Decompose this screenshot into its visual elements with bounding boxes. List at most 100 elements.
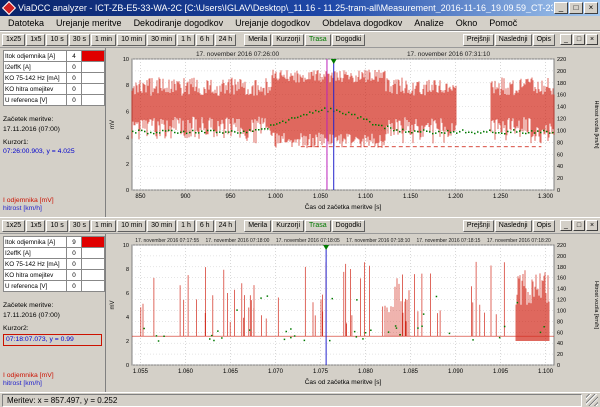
- channel-row[interactable]: I2effK [A]0: [4, 62, 105, 73]
- status-text: Meritev: x = 857.497, y = 0.252: [2, 394, 582, 407]
- y-right-tick-label: 100: [557, 128, 566, 134]
- mdi-minimize-button[interactable]: _: [560, 220, 572, 231]
- channel-row[interactable]: U referenca [V]0: [4, 281, 105, 292]
- menu-item-obdelava-dogodkov[interactable]: Obdelava dogodkov: [316, 17, 408, 29]
- toolbar-button-10-min[interactable]: 10 min: [117, 220, 146, 232]
- toolbar-button-1x5[interactable]: 1x5: [26, 34, 45, 46]
- app-icon: [2, 1, 16, 15]
- chart-svg[interactable]: 17. november 2016 07:26:0017. november 2…: [106, 48, 600, 217]
- y-right-tick-label: 40: [557, 164, 563, 170]
- mdi-maximize-button[interactable]: □: [573, 220, 585, 231]
- x-tick-label: 1.080: [358, 369, 374, 375]
- mdi-close-button[interactable]: ×: [586, 220, 598, 231]
- channel-row[interactable]: KO 75-142 Hz [mA]0: [4, 259, 105, 270]
- zoom-button-group: 1x251x510 s30 s1 min10 min30 min1 h6 h24…: [2, 34, 236, 46]
- toolbar-button-24-h[interactable]: 24 h: [215, 34, 237, 46]
- toolbar-button-opis[interactable]: Opis: [533, 220, 555, 232]
- menu-item-pomo[interactable]: Pomoč: [483, 17, 523, 29]
- resize-grip[interactable]: [586, 394, 598, 406]
- toolbar-button-6-h[interactable]: 6 h: [196, 220, 214, 232]
- menu-item-urejanje-meritve[interactable]: Urejanje meritve: [50, 17, 128, 29]
- panel1-chart-area[interactable]: 17. november 2016 07:26:0017. november 2…: [106, 48, 600, 217]
- mdi-maximize-button[interactable]: □: [573, 34, 585, 45]
- chart-svg[interactable]: 17. november 2016 07:17:5517. november 2…: [106, 234, 600, 392]
- toolbar-button-30-s[interactable]: 30 s: [69, 220, 90, 232]
- toolbar-button-naslednji[interactable]: Naslednji: [495, 34, 532, 46]
- legend: I odjemnika [mV]hitrost [km/h]: [3, 372, 102, 388]
- toolbar-button-24-h[interactable]: 24 h: [215, 220, 237, 232]
- menu-item-okno[interactable]: Okno: [450, 17, 484, 29]
- toolbar-button-1-min[interactable]: 1 min: [91, 34, 116, 46]
- y-right-tick-label: 220: [557, 57, 566, 63]
- channel-status-cell: [82, 95, 105, 106]
- toolbar-button-1-h[interactable]: 1 h: [177, 34, 195, 46]
- x-tick-label: 1.050: [313, 194, 329, 200]
- chart-header-timestamp: 17. november 2016 07:18:10: [346, 238, 410, 244]
- toolbar-button-1x25[interactable]: 1x25: [2, 220, 25, 232]
- y-right-tick-label: 180: [557, 265, 566, 271]
- toolbar-button-1x5[interactable]: 1x5: [26, 220, 45, 232]
- window-title: ViaDCC analyzer - ICT-ZB-E5-33-WA-2C [C:…: [18, 3, 553, 13]
- toolbar-button-trasa[interactable]: Trasa: [305, 220, 331, 232]
- toolbar-button-naslednji[interactable]: Naslednji: [495, 220, 532, 232]
- channel-value: 0: [67, 270, 82, 281]
- menu-item-analize[interactable]: Analize: [408, 17, 450, 29]
- toolbar-button-kurzorji[interactable]: Kurzorji: [272, 220, 304, 232]
- toolbar-button-10-min[interactable]: 10 min: [117, 34, 146, 46]
- channel-status-cell: [82, 51, 105, 62]
- x-tick-label: 1.100: [358, 194, 374, 200]
- x-tick-label: 1.000: [268, 194, 284, 200]
- mdi-close-button[interactable]: ×: [586, 34, 598, 45]
- toolbar-button-6-h[interactable]: 6 h: [196, 34, 214, 46]
- menu-item-dekodiranje-dogodkov[interactable]: Dekodiranje dogodkov: [128, 17, 230, 29]
- toolbar-button-30-min[interactable]: 30 min: [147, 220, 176, 232]
- toolbar-button-1-min[interactable]: 1 min: [91, 220, 116, 232]
- chart-header-timestamp: 17. november 2016 07:31:10: [407, 51, 491, 58]
- menu-item-urejanje-dogodkov[interactable]: Urejanje dogodkov: [229, 17, 316, 29]
- y-left-tick-label: 2: [126, 339, 129, 345]
- y-right-tick-label: 140: [557, 287, 566, 293]
- minimize-button[interactable]: _: [554, 2, 568, 14]
- mdi-minimize-button[interactable]: _: [560, 34, 572, 45]
- y-right-tick-label: 40: [557, 341, 563, 347]
- close-button[interactable]: ×: [584, 2, 598, 14]
- channel-value: 0: [67, 62, 82, 73]
- channel-status-cell: [82, 259, 105, 270]
- toolbar-button-trasa[interactable]: Trasa: [305, 34, 331, 46]
- toolbar-button-prej-nji[interactable]: Prejšnji: [463, 220, 494, 232]
- toolbar-button-1-h[interactable]: 1 h: [177, 220, 195, 232]
- channel-row[interactable]: Itok odjemnika [A]9: [4, 237, 105, 248]
- toolbar-button-10-s[interactable]: 10 s: [46, 34, 67, 46]
- toolbar-button-1x25[interactable]: 1x25: [2, 34, 25, 46]
- channel-row[interactable]: KO hitra omejitev0: [4, 84, 105, 95]
- toolbar-button-kurzorji[interactable]: Kurzorji: [272, 34, 304, 46]
- toolbar-button-30-s[interactable]: 30 s: [69, 34, 90, 46]
- measurement-start-value: 17.11.2016 (07:00): [3, 126, 102, 134]
- menu-item-datoteka[interactable]: Datoteka: [2, 17, 50, 29]
- panel1-toolbar: 1x251x510 s30 s1 min10 min30 min1 h6 h24…: [0, 32, 600, 48]
- channel-row[interactable]: I2effK [A]0: [4, 248, 105, 259]
- channel-row[interactable]: U referenca [V]0: [4, 95, 105, 106]
- toolbar-button-dogodki[interactable]: Dogodki: [332, 34, 366, 46]
- y-left-tick-label: 6: [126, 291, 129, 297]
- channel-status-cell: [82, 73, 105, 84]
- toolbar-button-merila[interactable]: Merila: [244, 34, 271, 46]
- toolbar-button-merila[interactable]: Merila: [244, 220, 271, 232]
- channel-label: KO 75-142 Hz [mA]: [4, 73, 67, 84]
- toolbar-button-10-s[interactable]: 10 s: [46, 220, 67, 232]
- maximize-button[interactable]: □: [569, 2, 583, 14]
- channel-status-cell: [82, 270, 105, 281]
- toolbar-button-opis[interactable]: Opis: [533, 34, 555, 46]
- measurement-window-1: 1x251x510 s30 s1 min10 min30 min1 h6 h24…: [0, 31, 600, 217]
- legend-entry: I odjemnika [mV]: [3, 197, 102, 205]
- toolbar-button-30-min[interactable]: 30 min: [147, 34, 176, 46]
- toolbar-button-dogodki[interactable]: Dogodki: [332, 220, 366, 232]
- toolbar-button-prej-nji[interactable]: Prejšnji: [463, 34, 494, 46]
- channel-row[interactable]: Itok odjemnika [A]4: [4, 51, 105, 62]
- y-right-tick-label: 200: [557, 254, 566, 260]
- channel-table: Itok odjemnika [A]9I2effK [A]0KO 75-142 …: [3, 236, 105, 292]
- channel-row[interactable]: KO hitra omejitev0: [4, 270, 105, 281]
- channel-row[interactable]: KO 75-142 Hz [mA]0: [4, 73, 105, 84]
- panel2-chart-area[interactable]: 17. november 2016 07:17:5517. november 2…: [106, 234, 600, 392]
- x-tick-label: 1.300: [538, 194, 554, 200]
